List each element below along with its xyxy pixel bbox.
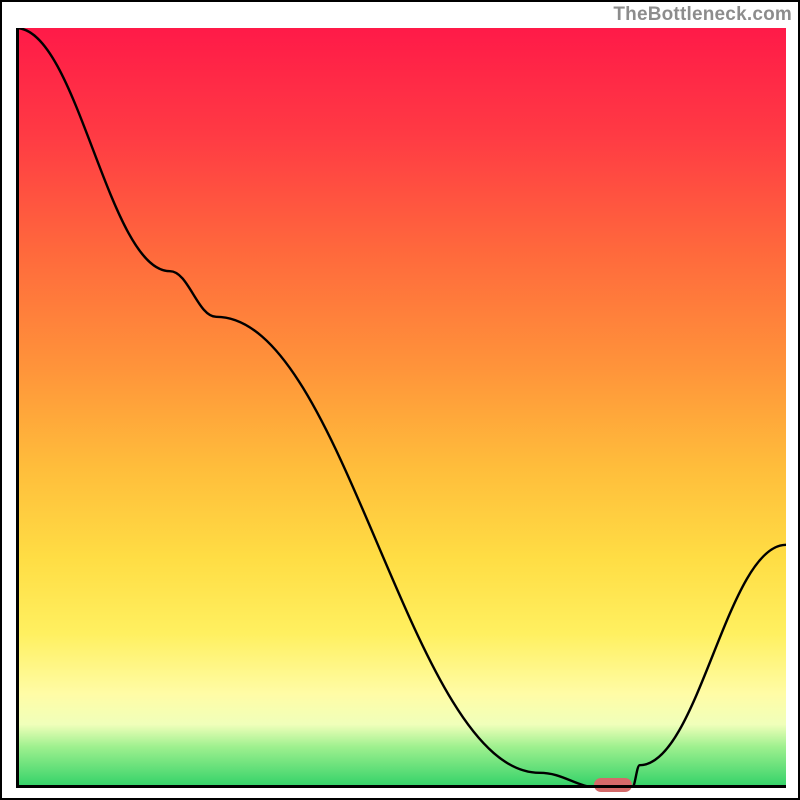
optimal-marker [594, 778, 633, 792]
gradient-background [19, 28, 786, 785]
watermark: TheBottleneck.com [613, 4, 792, 26]
bottleneck-chart: TheBottleneck.com [0, 0, 800, 800]
